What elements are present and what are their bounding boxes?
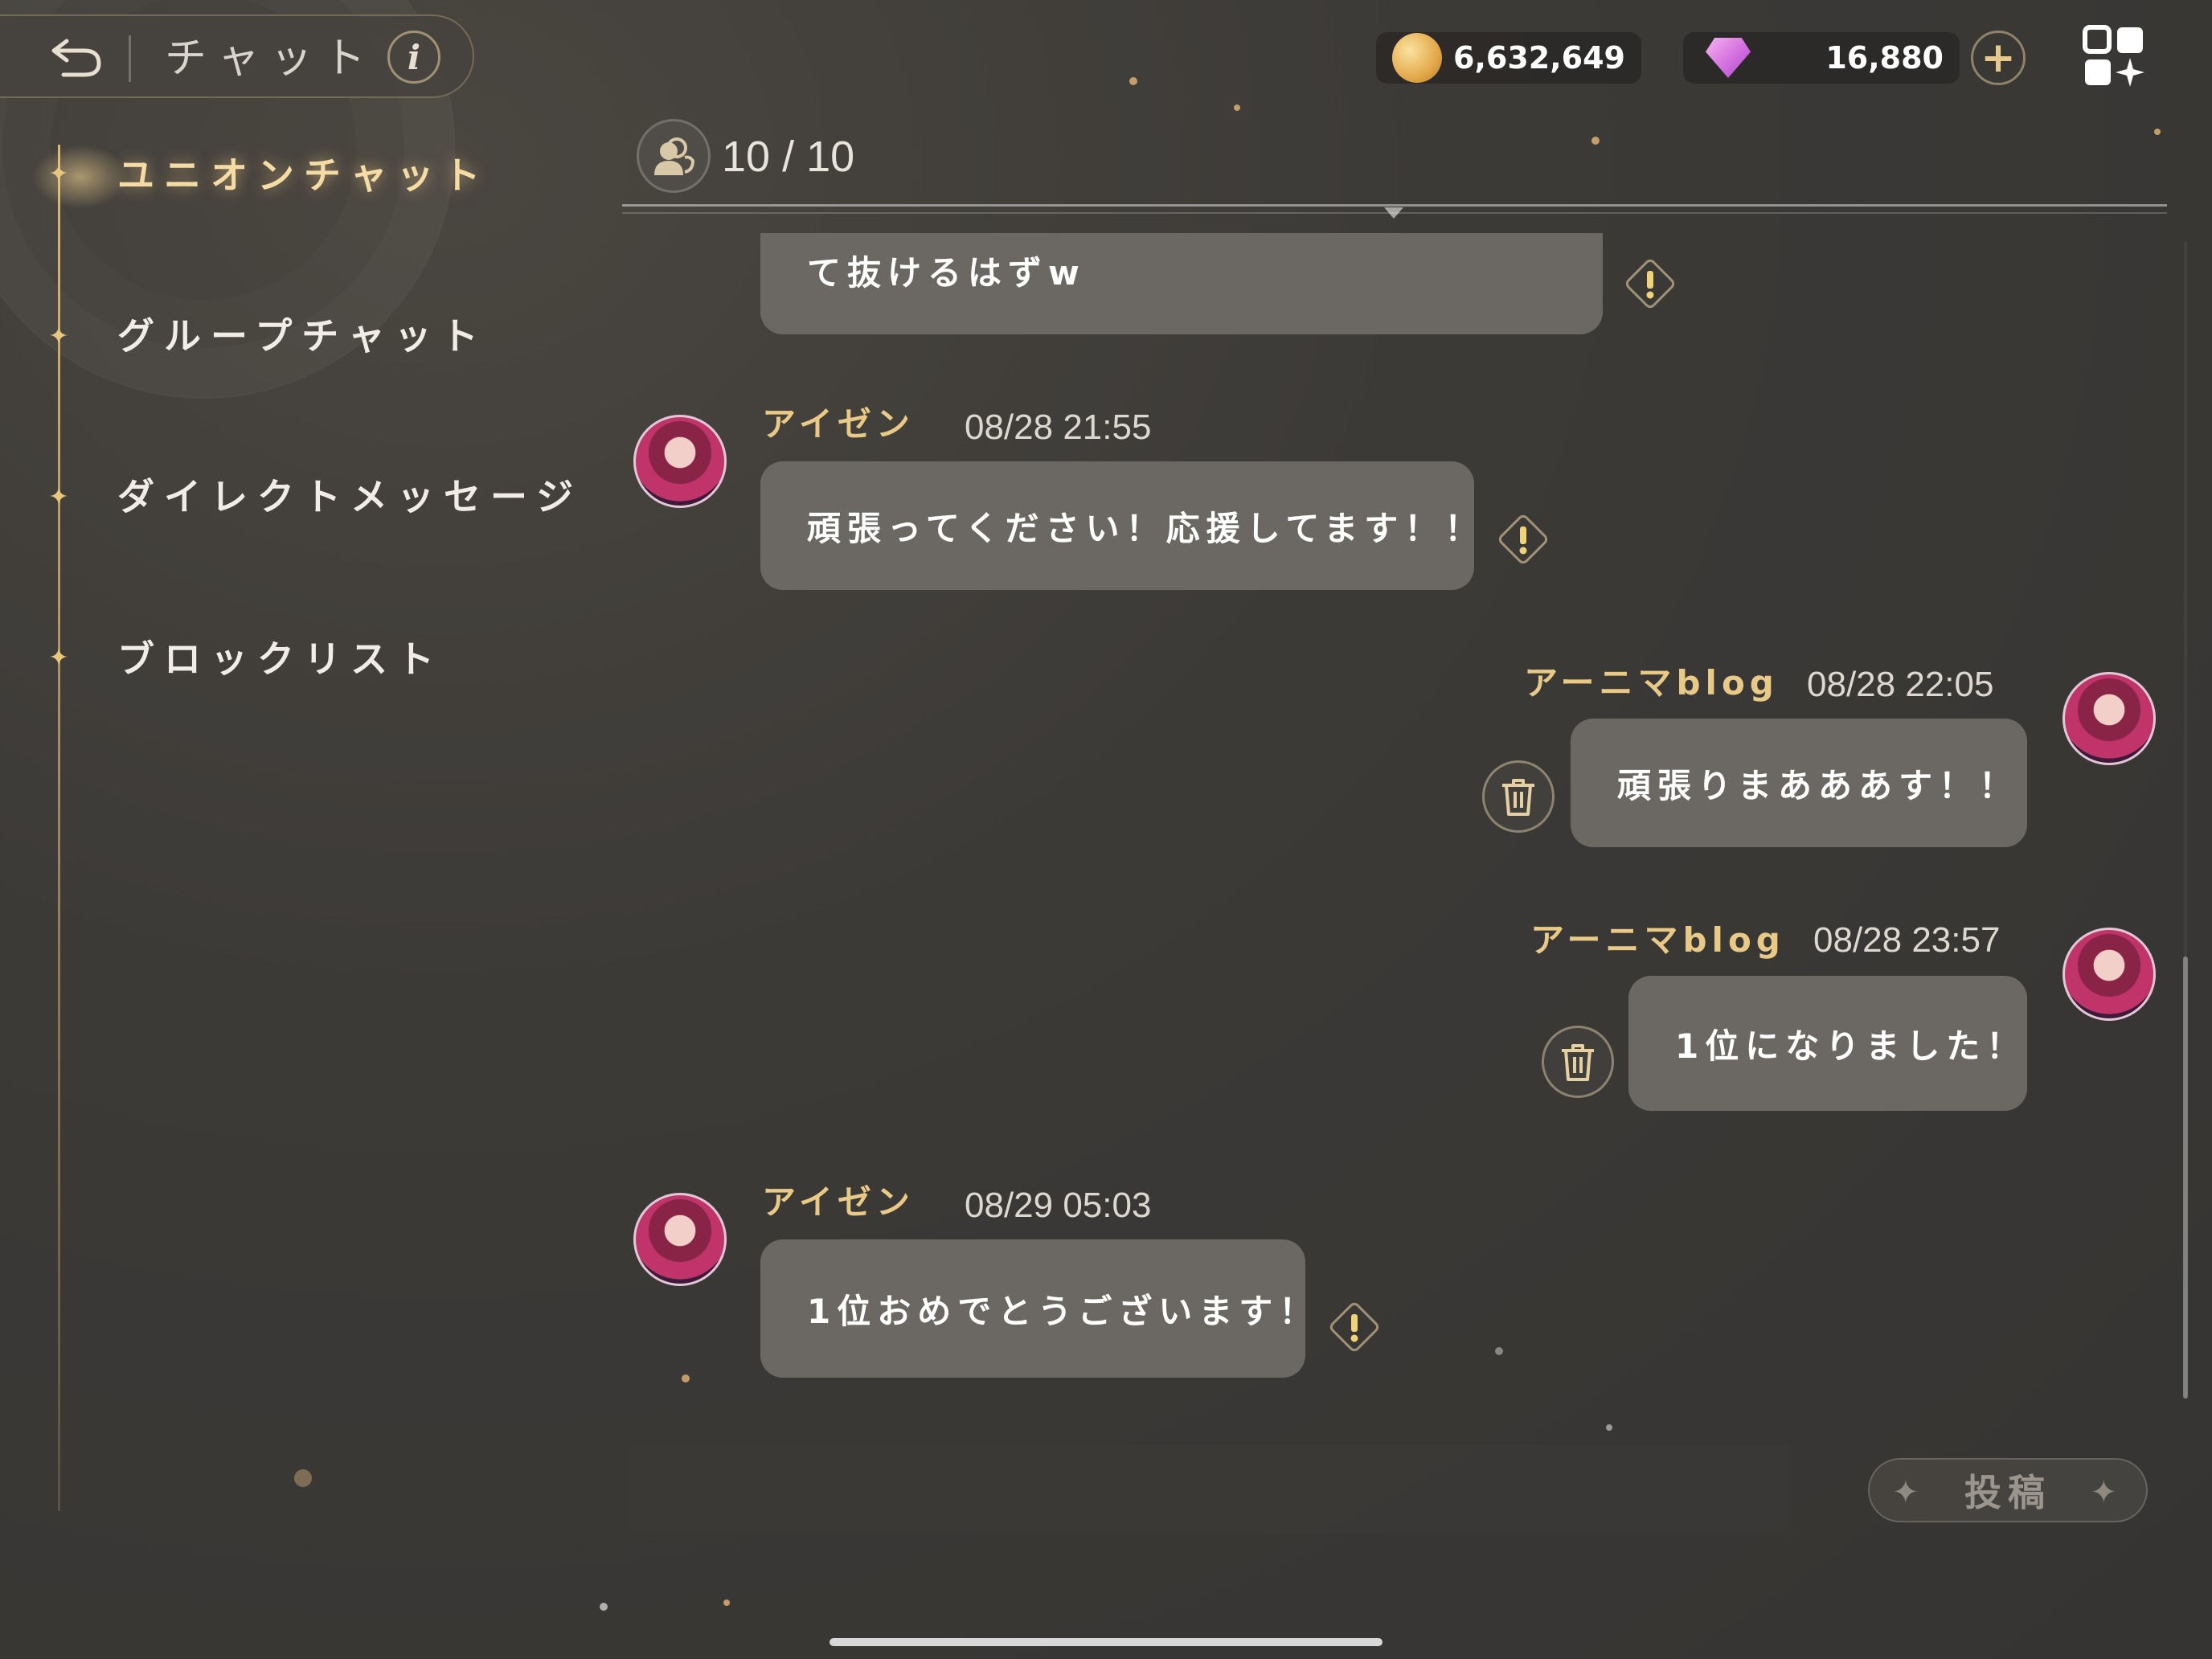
star-icon: ✦ <box>1892 1474 1926 1511</box>
report-warning-icon <box>1329 1302 1379 1352</box>
gold-coin-icon <box>1392 33 1442 83</box>
message-timestamp: 08/28 21:55 <box>965 408 1152 447</box>
sender-name: アイゼン <box>762 404 915 444</box>
message-bubble: 1位になりました！ <box>1628 976 2027 1111</box>
star-icon: ✦ <box>2090 1474 2124 1511</box>
sparkle-decoration <box>1606 1424 1612 1431</box>
sparkle-decoration <box>682 1374 690 1382</box>
message-input[interactable] <box>629 1445 1791 1534</box>
star-icon: ✦ <box>48 644 69 672</box>
home-indicator[interactable] <box>830 1638 1382 1646</box>
report-button[interactable] <box>1622 256 1678 312</box>
gem-icon <box>1706 38 1751 78</box>
sparkle-decoration <box>1591 137 1600 145</box>
report-warning-icon <box>1498 514 1548 564</box>
post-button[interactable]: ✦ 投稿 ✦ <box>1868 1458 2148 1522</box>
message-bubble: 1位おめでとうございます！ <box>760 1239 1313 1378</box>
header-divider <box>129 35 131 82</box>
back-button[interactable] <box>39 29 111 85</box>
sender-name: アーニマblog <box>1530 920 1785 960</box>
star-icon: ✦ <box>48 322 69 350</box>
grid-menu-icon <box>2083 25 2144 87</box>
sparkle-decoration <box>600 1603 608 1611</box>
post-button-label: 投稿 <box>1964 1471 2051 1514</box>
sidebar-item-union-chat[interactable]: ユニオンチャット <box>117 151 490 199</box>
message-bubble: 頑張ってください！応援してます！！ <box>760 461 1478 590</box>
sparkle-decoration <box>1129 77 1137 85</box>
sparkle-decoration <box>1234 104 1240 111</box>
sparkle-decoration <box>1495 1347 1503 1355</box>
gold-currency: 6,632,649 <box>1376 32 1641 84</box>
plus-icon: + <box>1981 34 2016 82</box>
report-button[interactable] <box>1326 1299 1382 1355</box>
chat-scrollbar-thumb[interactable] <box>2183 956 2188 1399</box>
avatar[interactable] <box>2062 928 2156 1021</box>
avatar[interactable] <box>633 1193 727 1286</box>
chat-divider <box>622 204 2167 207</box>
back-arrow-icon <box>51 39 101 77</box>
members-icon <box>654 137 695 175</box>
member-count-badge <box>637 119 711 193</box>
menu-button[interactable] <box>2082 24 2148 90</box>
report-warning-icon <box>1625 259 1675 309</box>
avatar[interactable] <box>633 415 727 508</box>
sidebar-item-group-chat[interactable]: グループチャット <box>117 312 488 360</box>
member-count: 10 / 10 <box>722 133 855 181</box>
delete-button[interactable] <box>1542 1026 1614 1098</box>
sender-name: アイゼン <box>762 1182 915 1222</box>
gem-currency: 16,880 <box>1683 32 1960 84</box>
message-timestamp: 08/28 22:05 <box>1807 665 1994 704</box>
active-glow <box>32 145 129 209</box>
gold-amount: 6,632,649 <box>1453 40 1625 76</box>
gem-amount: 16,880 <box>1825 40 1944 76</box>
active-star-icon: ✦ <box>48 160 69 188</box>
info-button[interactable]: i <box>387 31 440 84</box>
sidebar-item-direct-message[interactable]: ダイレクトメッセージ <box>117 473 583 521</box>
trash-icon <box>1562 1044 1594 1081</box>
message-timestamp: 08/29 05:03 <box>965 1186 1152 1225</box>
sparkle-decoration <box>2154 129 2161 135</box>
message-timestamp: 08/28 23:57 <box>1813 920 2001 960</box>
sender-name: アーニマblog <box>1524 663 1779 703</box>
message-bubble: 頑張りまあああす！！ <box>1571 719 2027 847</box>
page-title: チャット <box>165 35 377 83</box>
avatar[interactable] <box>2062 672 2156 765</box>
report-button[interactable] <box>1495 511 1551 567</box>
divider-notch <box>1384 207 1403 219</box>
star-icon: ✦ <box>48 483 69 511</box>
info-icon: i <box>408 37 420 77</box>
delete-button[interactable] <box>1482 760 1555 833</box>
add-gems-button[interactable]: + <box>1971 31 2026 85</box>
message-bubble: て抜けるはずw <box>760 233 1603 334</box>
trash-icon <box>1502 779 1534 816</box>
sidebar-item-block-list[interactable]: ブロックリスト <box>117 635 444 683</box>
sparkle-decoration <box>294 1469 312 1487</box>
sparkle-decoration <box>723 1600 730 1606</box>
